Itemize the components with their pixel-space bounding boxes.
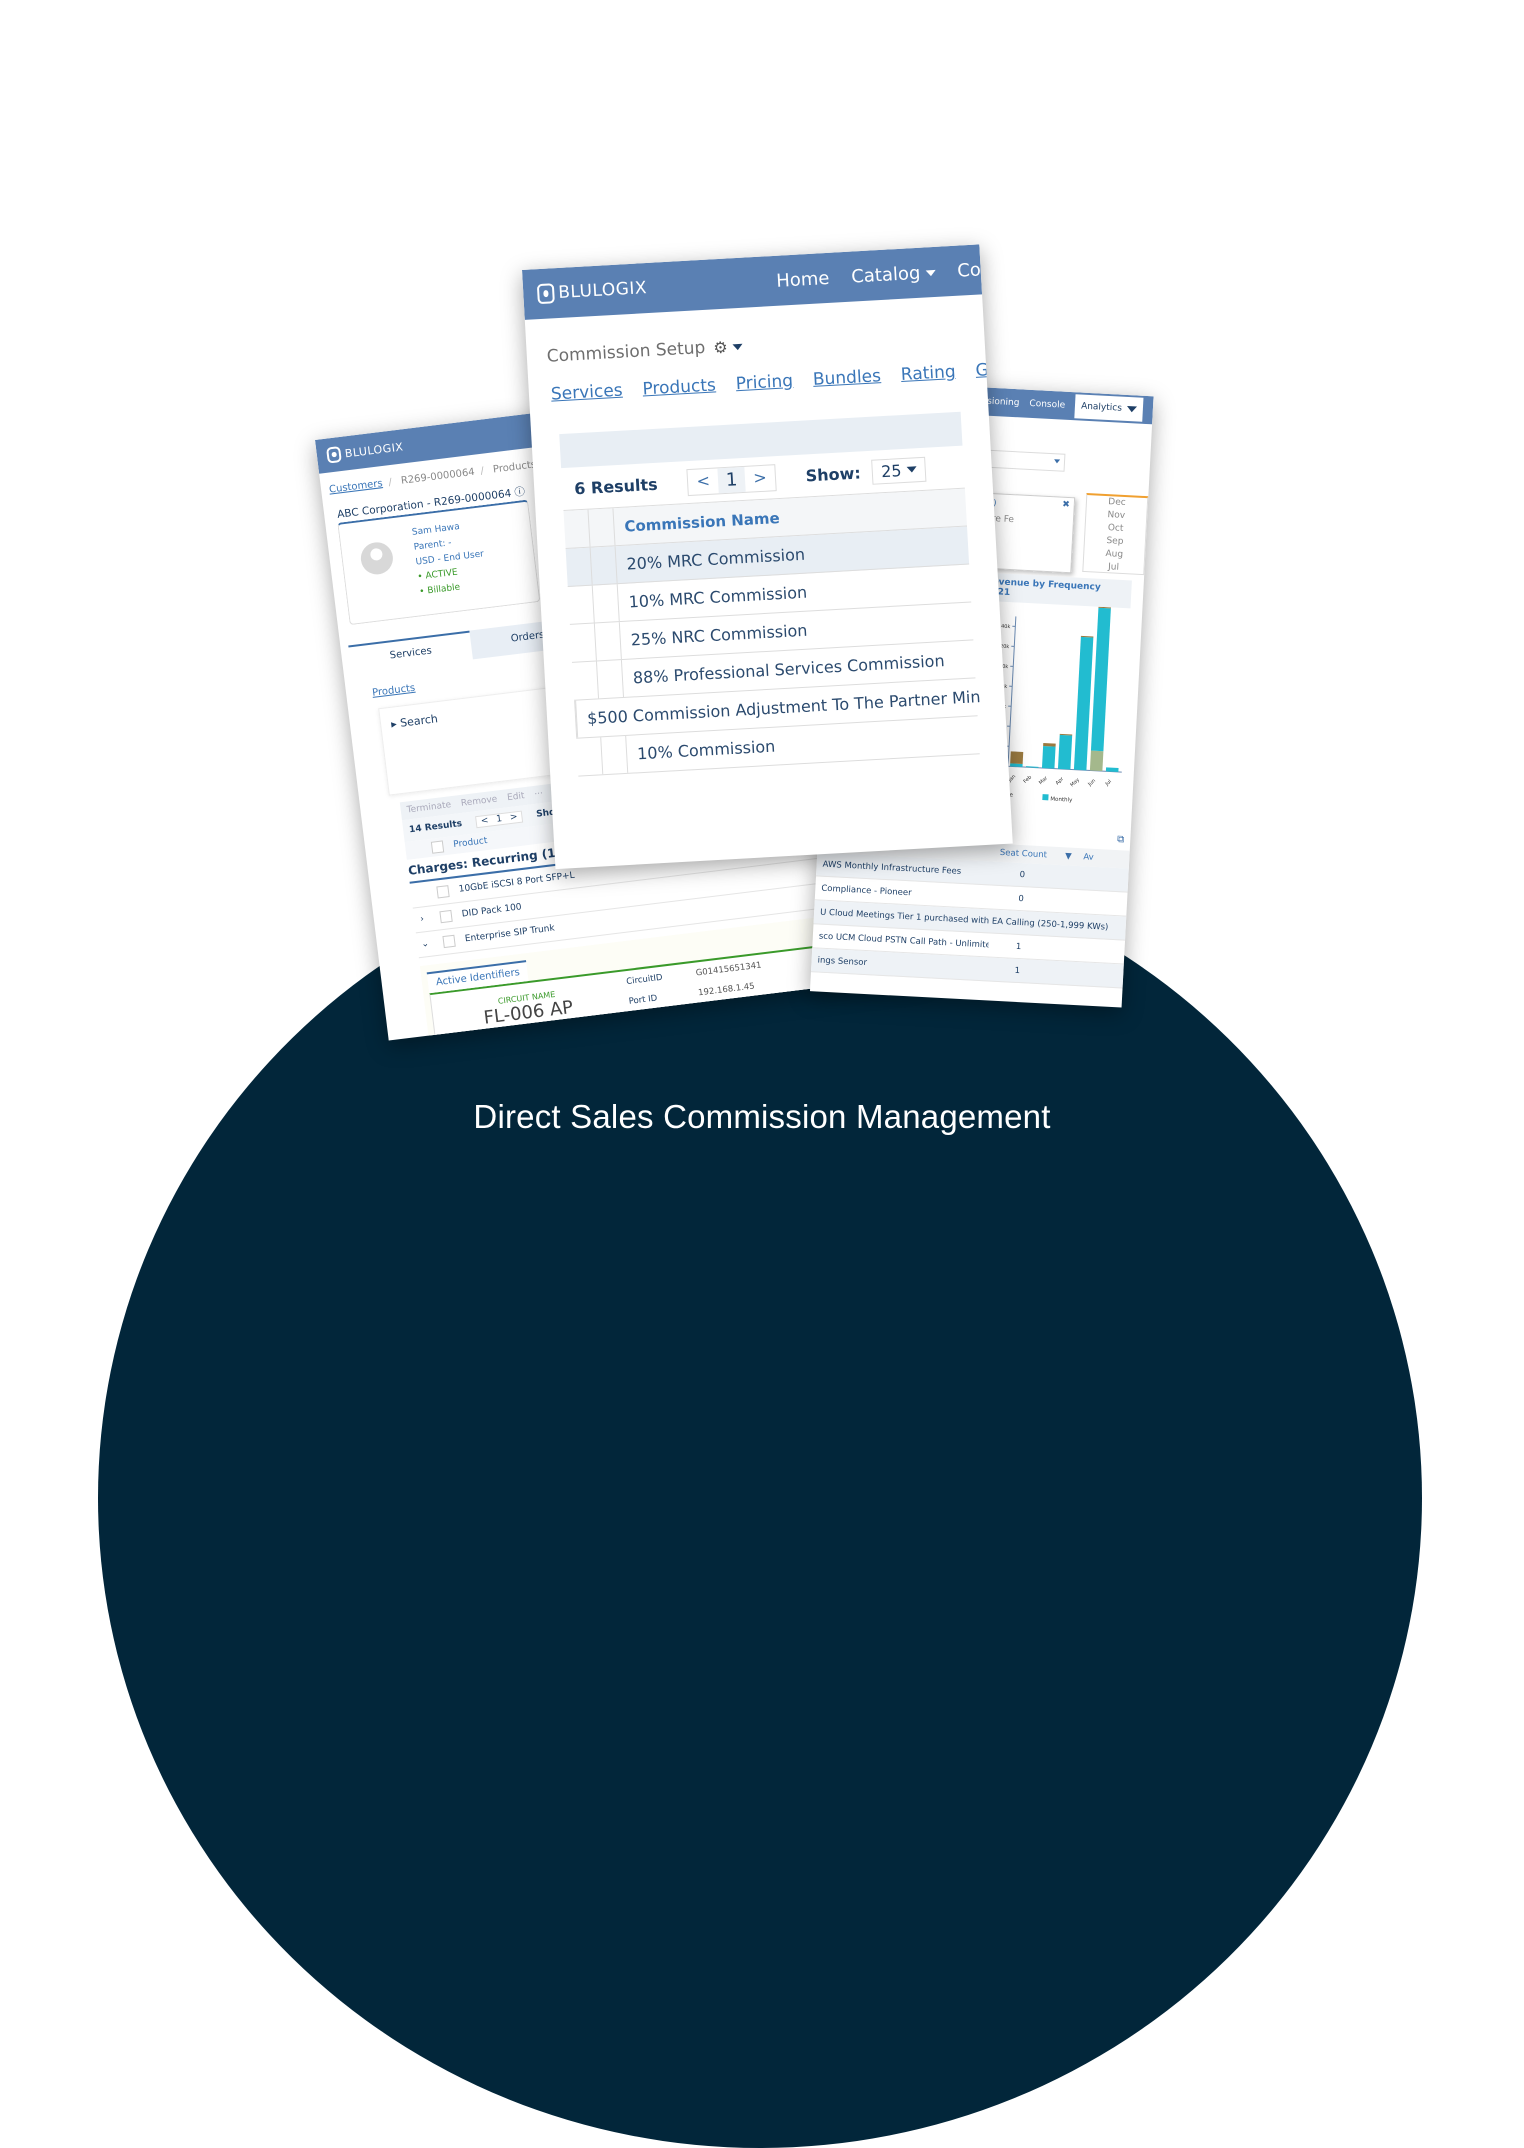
info-icon[interactable]: ⓘ bbox=[514, 486, 526, 499]
more-button[interactable]: ··· bbox=[534, 789, 544, 800]
next-page-button[interactable]: > bbox=[505, 812, 522, 824]
nav-contracts[interactable]: Contr bbox=[957, 257, 1008, 281]
bar-jul-monthly bbox=[1106, 767, 1119, 772]
month-option[interactable]: Jul bbox=[1083, 560, 1144, 576]
logo-icon bbox=[537, 283, 555, 304]
logo: BLULOGIX bbox=[326, 438, 404, 463]
subnav-services[interactable]: Services bbox=[550, 381, 623, 405]
caption: Direct Sales Commission Management bbox=[0, 1098, 1524, 1136]
row-checkbox[interactable] bbox=[436, 885, 449, 898]
commission-table: Commission Name 20% MRC Commission 10% M… bbox=[563, 488, 979, 777]
gear-icon[interactable]: ⚙ bbox=[713, 336, 743, 357]
chevron-down-icon bbox=[925, 269, 935, 276]
current-page[interactable]: 1 bbox=[492, 814, 507, 826]
subnav-products[interactable]: Products bbox=[642, 375, 716, 399]
commission-name: 10% Commission bbox=[627, 737, 776, 764]
close-icon[interactable]: ✖ bbox=[1062, 500, 1070, 510]
background-dome bbox=[98, 848, 1422, 2148]
nav-catalog[interactable]: Catalog bbox=[851, 261, 936, 287]
next-page-button[interactable]: > bbox=[745, 465, 776, 492]
chevron-down-icon bbox=[906, 466, 916, 473]
bar-apr-monthly bbox=[1058, 735, 1072, 770]
row-checkbox[interactable] bbox=[442, 935, 455, 948]
avatar bbox=[359, 541, 395, 577]
legend-label-monthly: Monthly bbox=[1050, 796, 1073, 803]
remove-button[interactable]: Remove bbox=[460, 794, 497, 808]
results-count: 6 Results bbox=[574, 474, 658, 498]
bar-jun-one-time-jun-base- bbox=[1090, 751, 1104, 772]
filter-icon[interactable]: ▼ bbox=[1053, 851, 1083, 863]
nav-console[interactable]: Console bbox=[1029, 399, 1065, 411]
product-seat-table: ⧉ Seat Count ▼ Av AWS Monthly Infrastruc… bbox=[811, 834, 1130, 988]
chevron-down-icon bbox=[1127, 405, 1137, 412]
bar-jun-monthly bbox=[1091, 608, 1111, 751]
x-tick-label: Jun bbox=[1086, 778, 1097, 788]
column-product[interactable]: Product bbox=[453, 836, 488, 850]
subtab-products[interactable]: Products bbox=[372, 683, 416, 699]
pager: < 1 > bbox=[687, 464, 777, 496]
page-size-select[interactable]: 25 bbox=[872, 456, 927, 484]
prev-page-button[interactable]: < bbox=[688, 468, 719, 495]
subnav-groups[interactable]: Gro bbox=[975, 359, 1006, 381]
chevron-down-icon bbox=[1054, 459, 1060, 463]
breadcrumb-customers[interactable]: Customers bbox=[329, 478, 384, 495]
show-label: Show: bbox=[805, 463, 861, 485]
pager: < 1 > bbox=[475, 811, 523, 829]
column-commission-name[interactable]: Commission Name bbox=[614, 509, 780, 536]
collapse-icon[interactable]: ⌄ bbox=[417, 938, 434, 950]
logo-text: BLULOGIX bbox=[558, 278, 648, 303]
product-name: Enterprise SIP Trunk bbox=[464, 923, 555, 944]
nav-home[interactable]: Home bbox=[776, 267, 830, 291]
logo-icon bbox=[326, 446, 342, 464]
nav-analytics[interactable]: Analytics bbox=[1074, 394, 1143, 422]
edit-button[interactable]: Edit bbox=[507, 791, 526, 803]
expand-icon[interactable]: › bbox=[414, 914, 431, 926]
commission-setup-screenshot: BLULOGIX Home Catalog Contr Commission S… bbox=[522, 244, 1013, 869]
column-seat-count[interactable]: Seat Count bbox=[993, 848, 1053, 861]
results-count: 14 Results bbox=[409, 819, 463, 835]
product-name: DID Pack 100 bbox=[461, 902, 522, 919]
subnav-rating[interactable]: Rating bbox=[900, 362, 956, 385]
breadcrumb-account[interactable]: R269-0000064 bbox=[400, 467, 475, 487]
logo: BLULOGIX bbox=[537, 278, 648, 304]
x-tick-label: Apr bbox=[1055, 776, 1066, 787]
external-link-icon[interactable]: ⧉ bbox=[1117, 834, 1125, 845]
prev-page-button[interactable]: < bbox=[476, 815, 493, 827]
commission-name: 20% MRC Commission bbox=[616, 545, 805, 575]
legend-swatch-monthly bbox=[1042, 794, 1048, 800]
commission-name: 25% NRC Commission bbox=[620, 621, 808, 650]
row-checkbox[interactable] bbox=[439, 910, 452, 923]
month-picker: Dec Nov Oct Sep Aug Jul bbox=[1082, 493, 1148, 575]
current-page[interactable]: 1 bbox=[717, 466, 746, 492]
caret-right-icon: ▸ bbox=[390, 717, 397, 731]
bar-mar-monthly bbox=[1042, 746, 1056, 769]
x-tick-label: Jul bbox=[1104, 779, 1113, 788]
chevron-down-icon bbox=[732, 344, 742, 351]
account-card: ABC Corporation - R269-0000064 ⓘ Sam Haw… bbox=[337, 500, 540, 626]
nav-catalog-label: Catalog bbox=[851, 262, 921, 287]
bar-jan-one-time bbox=[1010, 751, 1023, 764]
terminate-button[interactable]: Terminate bbox=[406, 800, 451, 815]
select-all-checkbox[interactable] bbox=[431, 840, 444, 853]
x-tick-label: May bbox=[1069, 777, 1081, 788]
breadcrumb-products: Products bbox=[492, 459, 536, 475]
logo-text: BLULOGIX bbox=[344, 440, 404, 460]
subnav-pricing[interactable]: Pricing bbox=[735, 371, 793, 394]
search-label: Search bbox=[399, 712, 438, 730]
commission-name: 10% MRC Commission bbox=[618, 583, 807, 613]
column-extra[interactable]: Av bbox=[1083, 852, 1094, 863]
y-axis bbox=[1008, 616, 1016, 766]
subnav-bundles[interactable]: Bundles bbox=[812, 366, 881, 390]
page-title-text: Commission Setup bbox=[546, 338, 705, 367]
x-tick-label: Feb bbox=[1022, 775, 1033, 785]
bar-may-monthly bbox=[1074, 637, 1093, 770]
x-tick-label: Mar bbox=[1038, 775, 1050, 786]
